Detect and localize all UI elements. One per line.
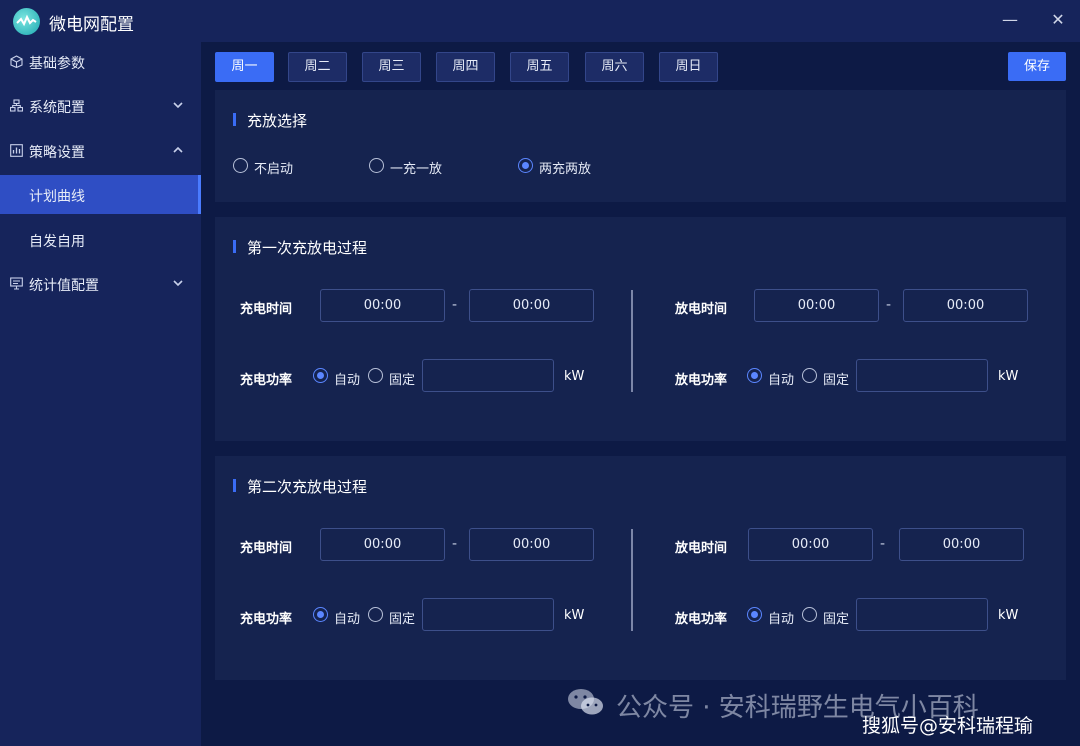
charge-power-fixed-radio[interactable]: [368, 607, 383, 622]
discharge-power-label: 放电功率: [675, 373, 728, 388]
discharge-end-time-input[interactable]: 00:00: [903, 289, 1028, 322]
tab-friday[interactable]: 周五: [510, 52, 569, 82]
window-title: 微电网配置: [49, 15, 134, 35]
monitor-icon: [10, 277, 23, 290]
discharge-start-time-input[interactable]: 00:00: [754, 289, 879, 322]
sidebar-item-strategy[interactable]: 策略设置: [0, 131, 201, 171]
second-process-panel: 第二次充放电过程 充电时间 00:00 - 00:00 充电功率 自动 固定 k…: [215, 456, 1066, 680]
radio-no-start[interactable]: [233, 158, 248, 173]
tab-wednesday[interactable]: 周三: [362, 52, 421, 82]
charge-time-label: 充电时间: [240, 302, 293, 317]
charge-mode-panel: 充放选择 不启动 一充一放 两充两放: [215, 90, 1066, 202]
sidebar-item-plan-curve[interactable]: 计划曲线: [0, 175, 201, 214]
sidebar-item-label: 基础参数: [29, 56, 85, 72]
charge-start-time-input[interactable]: 00:00: [320, 528, 445, 561]
sidebar: 基础参数 系统配置 策略设置 计划曲线 自发自用 统计值配置: [0, 42, 201, 746]
charge-power-label: 充电功率: [240, 373, 293, 388]
radio-label: 一充一放: [390, 162, 443, 177]
radio-two-charge-two-discharge[interactable]: [518, 158, 533, 173]
charge-power-input[interactable]: [422, 598, 554, 631]
radio-label: 固定: [389, 373, 416, 388]
discharge-power-label: 放电功率: [675, 612, 728, 627]
chevron-down-icon: [173, 102, 183, 109]
range-dash: -: [880, 536, 886, 552]
column-divider: [631, 529, 633, 631]
radio-label: 自动: [768, 373, 795, 388]
unit-label: kW: [564, 608, 585, 623]
tab-saturday[interactable]: 周六: [585, 52, 644, 82]
tab-monday[interactable]: 周一: [215, 52, 274, 82]
close-icon[interactable]: ✕: [1047, 9, 1069, 31]
sidebar-item-basic-params[interactable]: 基础参数: [0, 42, 201, 82]
range-dash: -: [452, 536, 458, 552]
radio-label: 固定: [823, 373, 850, 388]
sidebar-item-self-use[interactable]: 自发自用: [0, 220, 201, 260]
sidebar-item-label: 统计值配置: [29, 278, 99, 294]
discharge-start-time-input[interactable]: 00:00: [748, 528, 873, 561]
radio-label: 自动: [334, 373, 361, 388]
discharge-time-label: 放电时间: [675, 302, 728, 317]
sidebar-item-label: 策略设置: [29, 145, 85, 161]
save-button[interactable]: 保存: [1008, 52, 1066, 81]
first-process-panel: 第一次充放电过程 充电时间 00:00 - 00:00 充电功率 自动 固定 k…: [215, 217, 1066, 441]
radio-label: 两充两放: [539, 162, 592, 177]
sidebar-item-system-config[interactable]: 系统配置: [0, 86, 201, 126]
discharge-end-time-input[interactable]: 00:00: [899, 528, 1024, 561]
section-marker: [233, 113, 236, 126]
tab-tuesday[interactable]: 周二: [288, 52, 347, 82]
radio-label: 自动: [768, 612, 795, 627]
range-dash: -: [452, 297, 458, 313]
charge-power-fixed-radio[interactable]: [368, 368, 383, 383]
unit-label: kW: [998, 608, 1019, 623]
section-title: 第一次充放电过程: [247, 239, 368, 257]
charge-end-time-input[interactable]: 00:00: [469, 528, 594, 561]
discharge-power-input[interactable]: [856, 598, 988, 631]
discharge-time-label: 放电时间: [675, 541, 728, 556]
charge-power-input[interactable]: [422, 359, 554, 392]
charge-start-time-input[interactable]: 00:00: [320, 289, 445, 322]
charge-power-auto-radio[interactable]: [313, 607, 328, 622]
charge-end-time-input[interactable]: 00:00: [469, 289, 594, 322]
charge-time-label: 充电时间: [240, 541, 293, 556]
watermark: 公众号 · 安科瑞野生电气小百科 搜狐号@安科瑞程瑜: [544, 678, 1080, 737]
network-icon: [10, 99, 23, 112]
tab-thursday[interactable]: 周四: [436, 52, 495, 82]
charge-power-label: 充电功率: [240, 612, 293, 627]
radio-label: 固定: [389, 612, 416, 627]
watermark-source-text: 搜狐号@安科瑞程瑜: [862, 715, 1034, 737]
unit-label: kW: [998, 369, 1019, 384]
minimize-icon[interactable]: —: [999, 9, 1021, 31]
discharge-power-auto-radio[interactable]: [747, 607, 762, 622]
strategy-icon: [10, 144, 23, 157]
radio-one-charge-one-discharge[interactable]: [369, 158, 384, 173]
tab-sunday[interactable]: 周日: [659, 52, 718, 82]
discharge-power-auto-radio[interactable]: [747, 368, 762, 383]
sidebar-item-label: 系统配置: [29, 100, 85, 116]
column-divider: [631, 290, 633, 392]
sidebar-item-label: 计划曲线: [29, 189, 85, 205]
chevron-up-icon: [173, 146, 183, 153]
radio-label: 不启动: [254, 162, 294, 177]
section-title: 第二次充放电过程: [247, 478, 368, 496]
app-logo-icon: [13, 8, 40, 35]
cube-icon: [10, 55, 23, 68]
radio-label: 自动: [334, 612, 361, 627]
unit-label: kW: [564, 369, 585, 384]
main-content: 周一 周二 周三 周四 周五 周六 周日 保存 充放选择 不启动 一充一放 两充…: [201, 42, 1080, 746]
charge-power-auto-radio[interactable]: [313, 368, 328, 383]
wechat-icon: [568, 689, 603, 715]
section-marker: [233, 479, 236, 492]
chevron-down-icon: [173, 280, 183, 287]
radio-label: 固定: [823, 612, 850, 627]
sidebar-item-label: 自发自用: [29, 234, 85, 250]
discharge-power-fixed-radio[interactable]: [802, 368, 817, 383]
title-bar: 微电网配置 — ✕: [0, 0, 1080, 42]
discharge-power-fixed-radio[interactable]: [802, 607, 817, 622]
sidebar-item-statistics-config[interactable]: 统计值配置: [0, 264, 201, 304]
section-marker: [233, 240, 236, 253]
discharge-power-input[interactable]: [856, 359, 988, 392]
range-dash: -: [886, 297, 892, 313]
section-title: 充放选择: [247, 112, 308, 130]
